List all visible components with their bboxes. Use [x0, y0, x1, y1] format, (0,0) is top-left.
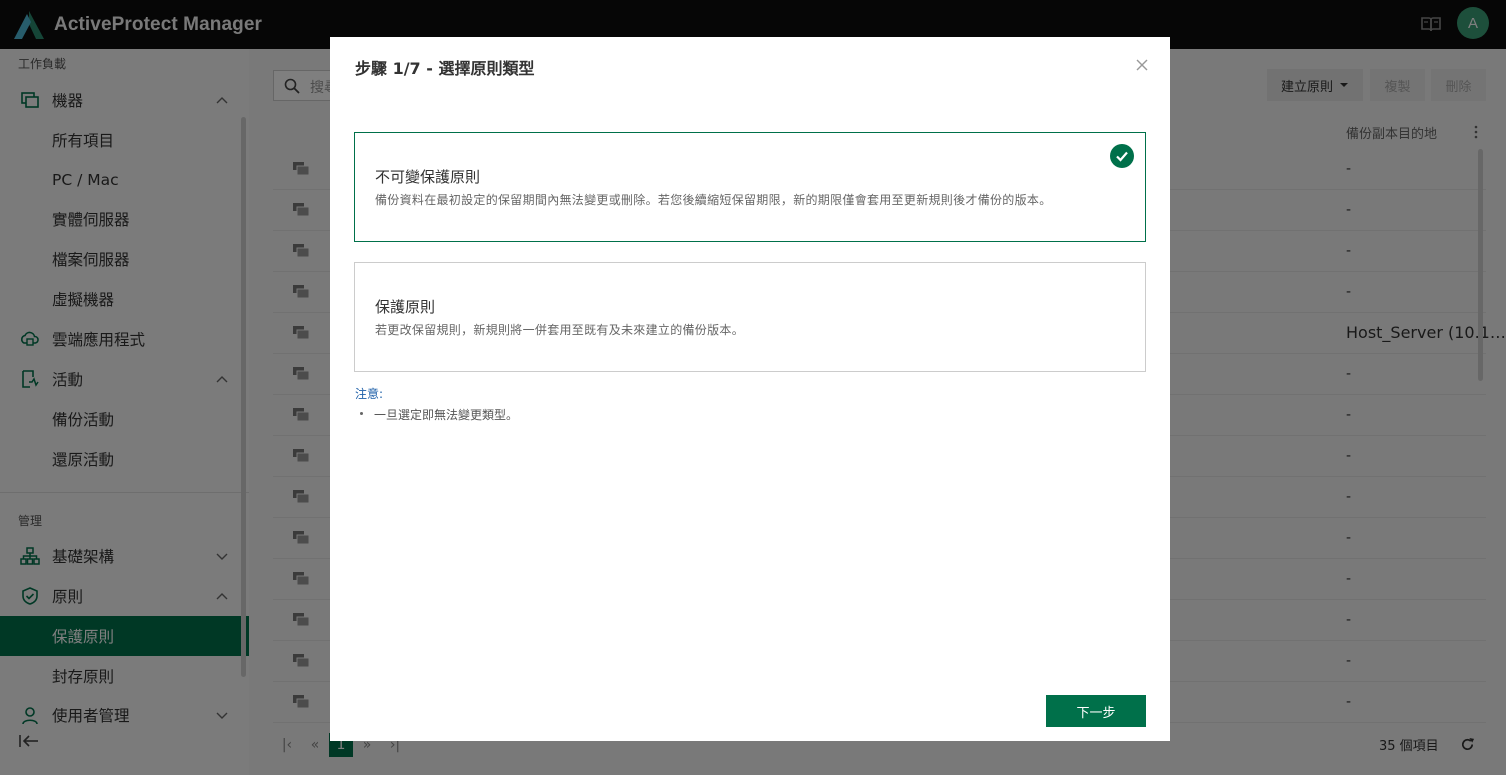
option-immutable-policy[interactable]: 不可變保護原則 備份資料在最初設定的保留期間內無法變更或刪除。若您後續縮短保留期…	[354, 132, 1146, 242]
note-label: 注意:	[355, 387, 384, 401]
option-title: 保護原則	[375, 298, 436, 316]
policy-type-dialog: 步驟 1/7 - 選擇原則類型 不可變保護原則 備份資料在最初設定的保留期間內無…	[330, 37, 1170, 741]
note-item: 一旦選定即無法變更類型。	[374, 408, 519, 422]
option-title: 不可變保護原則	[375, 168, 481, 186]
check-icon	[1110, 144, 1134, 168]
option-description: 備份資料在最初設定的保留期間內無法變更或刪除。若您後續縮短保留期限，新的期限僅會…	[375, 193, 1052, 207]
next-button[interactable]: 下一步	[1046, 695, 1146, 727]
option-protection-policy[interactable]: 保護原則 若更改保留規則，新規則將一併套用至既有及未來建立的備份版本。	[354, 262, 1146, 372]
dialog-title: 步驟 1/7 - 選擇原則類型	[355, 59, 535, 78]
close-icon[interactable]	[1135, 58, 1149, 72]
option-description: 若更改保留規則，新規則將一併套用至既有及未來建立的備份版本。	[375, 323, 745, 337]
bullet-icon	[360, 412, 363, 415]
